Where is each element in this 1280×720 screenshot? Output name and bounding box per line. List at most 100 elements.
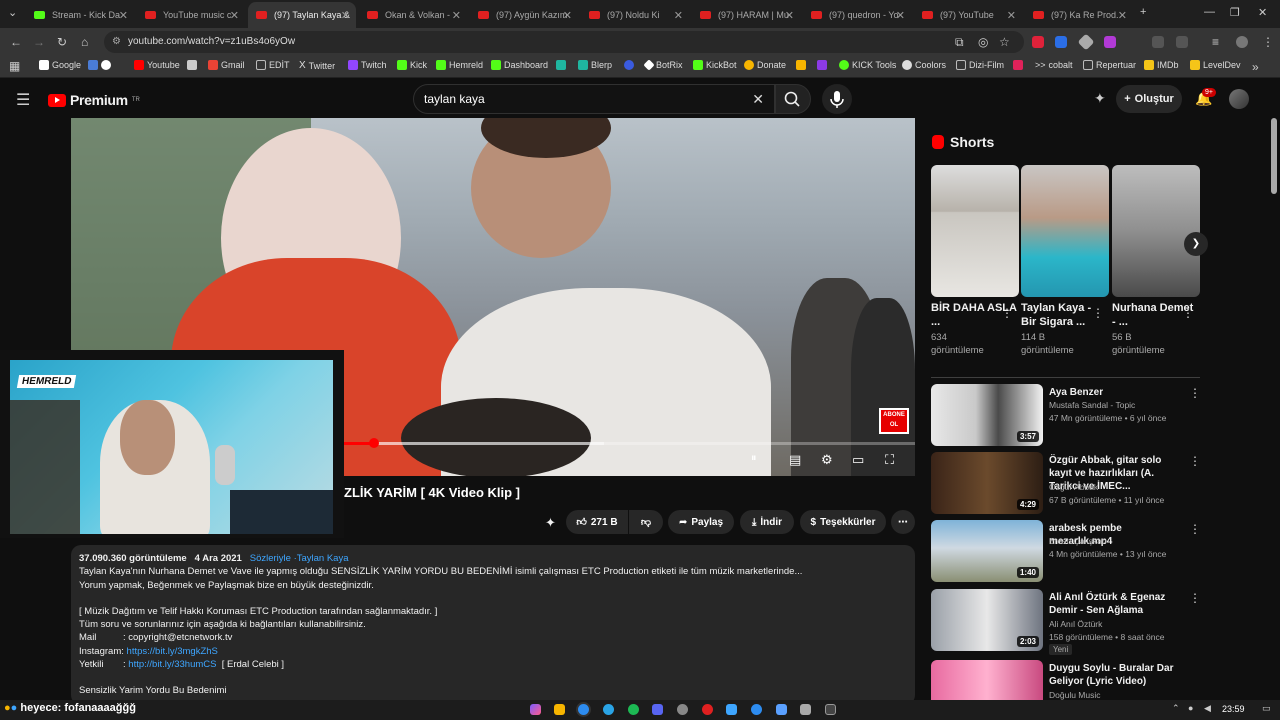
description-tags[interactable]: Sözleriyle ·Taylan Kaya: [250, 553, 349, 564]
back-icon[interactable]: ←: [10, 35, 22, 49]
yetkili-link[interactable]: http://bit.ly/33humCS: [128, 659, 216, 670]
taskbar-app-icon[interactable]: [530, 704, 541, 715]
clock[interactable]: 23:59: [1222, 704, 1245, 714]
bookmark-item[interactable]: [817, 60, 827, 70]
taskbar-app-icon[interactable]: [726, 704, 737, 715]
puzzle-icon[interactable]: [1176, 36, 1188, 48]
share-button[interactable]: ➦ Paylaş: [668, 510, 734, 534]
more-actions-button[interactable]: ⋯: [891, 510, 915, 534]
account-avatar[interactable]: [1229, 89, 1249, 109]
bookmark-item[interactable]: Dizi-Film: [956, 60, 1004, 70]
tab-search-icon[interactable]: ⌄: [8, 6, 17, 19]
restore-icon[interactable]: ❐: [1230, 6, 1240, 19]
browser-tab[interactable]: Stream - Kick Da ✕: [26, 4, 134, 26]
volume-icon[interactable]: ◀: [1204, 703, 1211, 714]
create-button[interactable]: + Oluştur: [1116, 85, 1182, 113]
tray-chevron-icon[interactable]: ⌃: [1172, 703, 1180, 714]
fullscreen-icon[interactable]: ⛶: [885, 452, 894, 468]
short-card[interactable]: Nurhana Demet - ... 56 B görüntüleme: [1112, 165, 1200, 357]
browser-tab[interactable]: (97) Ka Re Prod. ✕: [1025, 4, 1133, 26]
clear-search-icon[interactable]: ✕: [752, 85, 764, 113]
bookmark-item[interactable]: IMDb: [1144, 60, 1179, 70]
bookmark-item[interactable]: Blerp: [578, 60, 612, 70]
bookmark-item[interactable]: [187, 60, 197, 70]
dislike-button[interactable]: 👎︎: [629, 510, 663, 534]
recommended-video[interactable]: 2:03 Ali Anıl Öztürk & Egenaz Demir - Se…: [931, 589, 1201, 655]
settings-gear-icon[interactable]: ⚙: [821, 452, 833, 468]
bookmark-item[interactable]: BotRix: [643, 59, 683, 71]
close-tab-icon[interactable]: ✕: [230, 9, 239, 22]
bookmark-item[interactable]: Kick: [397, 60, 427, 70]
forward-icon[interactable]: →: [33, 35, 45, 49]
extension-icon[interactable]: [1152, 36, 1164, 48]
cast-icon[interactable]: ✦: [1094, 90, 1106, 107]
bookmark-item[interactable]: Donate: [744, 60, 786, 70]
browser-tab[interactable]: (97) YouTube ✕: [914, 4, 1022, 26]
bookmark-item[interactable]: X Twitter: [299, 60, 335, 71]
bookmark-item[interactable]: [1013, 60, 1023, 70]
notification-center-icon[interactable]: ▭: [1262, 703, 1271, 714]
youtube-logo[interactable]: Premium TR: [48, 92, 140, 108]
close-tab-icon[interactable]: ✕: [896, 9, 905, 22]
reload-icon[interactable]: ↻: [57, 35, 67, 49]
address-bar[interactable]: ⚙ youtube.com/watch?v=z1uBs4o6yOw: [104, 31, 1024, 53]
home-icon[interactable]: ⌂: [81, 35, 88, 49]
apps-grid-icon[interactable]: ▦: [9, 59, 20, 73]
close-tab-icon[interactable]: ✕: [674, 9, 683, 22]
recommended-video[interactable]: 1:40 arabesk pembe mezarlık.mp4 Ercan Ça…: [931, 520, 1201, 582]
minimize-icon[interactable]: —: [1204, 6, 1215, 18]
extension-icon[interactable]: [1055, 36, 1067, 48]
taskbar-app-icon[interactable]: [800, 704, 811, 715]
obs-icon[interactable]: [677, 704, 688, 715]
search-input[interactable]: taylan kaya ✕: [413, 84, 775, 114]
site-info-icon[interactable]: ⚙: [112, 31, 121, 53]
taskbar-app-icon[interactable]: [702, 704, 713, 715]
more-vertical-icon[interactable]: ⋮: [1189, 454, 1201, 468]
spotify-icon[interactable]: [628, 704, 639, 715]
install-icon[interactable]: ⧉: [955, 35, 964, 50]
more-bookmarks-icon[interactable]: »: [1252, 60, 1259, 74]
bookmark-item[interactable]: Dashboard: [491, 60, 548, 70]
autoplay-toggle-icon[interactable]: ⏸︎: [751, 452, 757, 465]
bookmark-item[interactable]: Hemreld: [436, 60, 483, 70]
browser-tab[interactable]: YouTube music c ✕: [137, 4, 245, 26]
recommended-video[interactable]: 4:29 Özgür Abbak, gitar solo kayıt ve ha…: [931, 452, 1201, 514]
description-box[interactable]: 37.090.360 görüntüleme 4 Ara 2021 Sözler…: [71, 545, 915, 705]
bookmark-item[interactable]: Gmail: [208, 60, 245, 70]
more-vertical-icon[interactable]: ⋮: [1182, 306, 1194, 320]
page-scrollbar[interactable]: [1270, 118, 1278, 718]
microphone-tray-icon[interactable]: ●: [1188, 703, 1193, 713]
bookmark-item[interactable]: Repertuar: [1083, 60, 1136, 70]
bookmark-item[interactable]: KICK Tools: [839, 60, 896, 70]
browser-tab-active[interactable]: (97) Taylan Kaya & ✕: [248, 2, 356, 28]
bookmark-item[interactable]: >> cobalt: [1035, 60, 1073, 70]
bookmark-star-icon[interactable]: ☆: [999, 35, 1010, 49]
more-vertical-icon[interactable]: ⋮: [1189, 386, 1201, 400]
close-tab-icon[interactable]: ✕: [1118, 9, 1127, 22]
chrome-icon[interactable]: [751, 704, 762, 715]
bookmark-item[interactable]: [796, 60, 806, 70]
taskbar-app-icon[interactable]: [776, 704, 787, 715]
bookmark-item[interactable]: Youtube: [134, 60, 180, 70]
bookmark-item[interactable]: [88, 60, 111, 70]
file-explorer-icon[interactable]: [554, 704, 565, 715]
premium-badge-icon[interactable]: ✦: [545, 515, 556, 531]
bookmark-item[interactable]: EDİT: [256, 60, 290, 70]
chrome-icon[interactable]: [578, 704, 589, 715]
browser-tab[interactable]: (97) quedron - Yo ✕: [803, 4, 911, 26]
bookmark-item[interactable]: LevelDev: [1190, 60, 1241, 70]
extension-icon[interactable]: [1077, 33, 1095, 51]
hamburger-menu-icon[interactable]: ☰: [16, 90, 30, 110]
bookmark-item[interactable]: [556, 60, 566, 70]
recommended-video[interactable]: Duygu Soylu - Buralar Dar Geliyor (Lyric…: [931, 660, 1191, 700]
like-button[interactable]: 👍︎ 271 B: [566, 510, 628, 534]
bookmark-item[interactable]: Twitch: [348, 60, 387, 70]
more-vertical-icon[interactable]: ⋮: [1189, 591, 1201, 605]
close-tab-icon[interactable]: ✕: [1007, 9, 1016, 22]
edge-icon[interactable]: [603, 704, 614, 715]
browser-tab[interactable]: (97) HARAM | Mu ✕: [692, 4, 800, 26]
progress-scrubber[interactable]: [369, 438, 379, 448]
bookmark-item[interactable]: [624, 60, 634, 70]
more-vertical-icon[interactable]: ⋮: [1189, 662, 1191, 676]
subtitles-icon[interactable]: ▤: [789, 452, 801, 468]
